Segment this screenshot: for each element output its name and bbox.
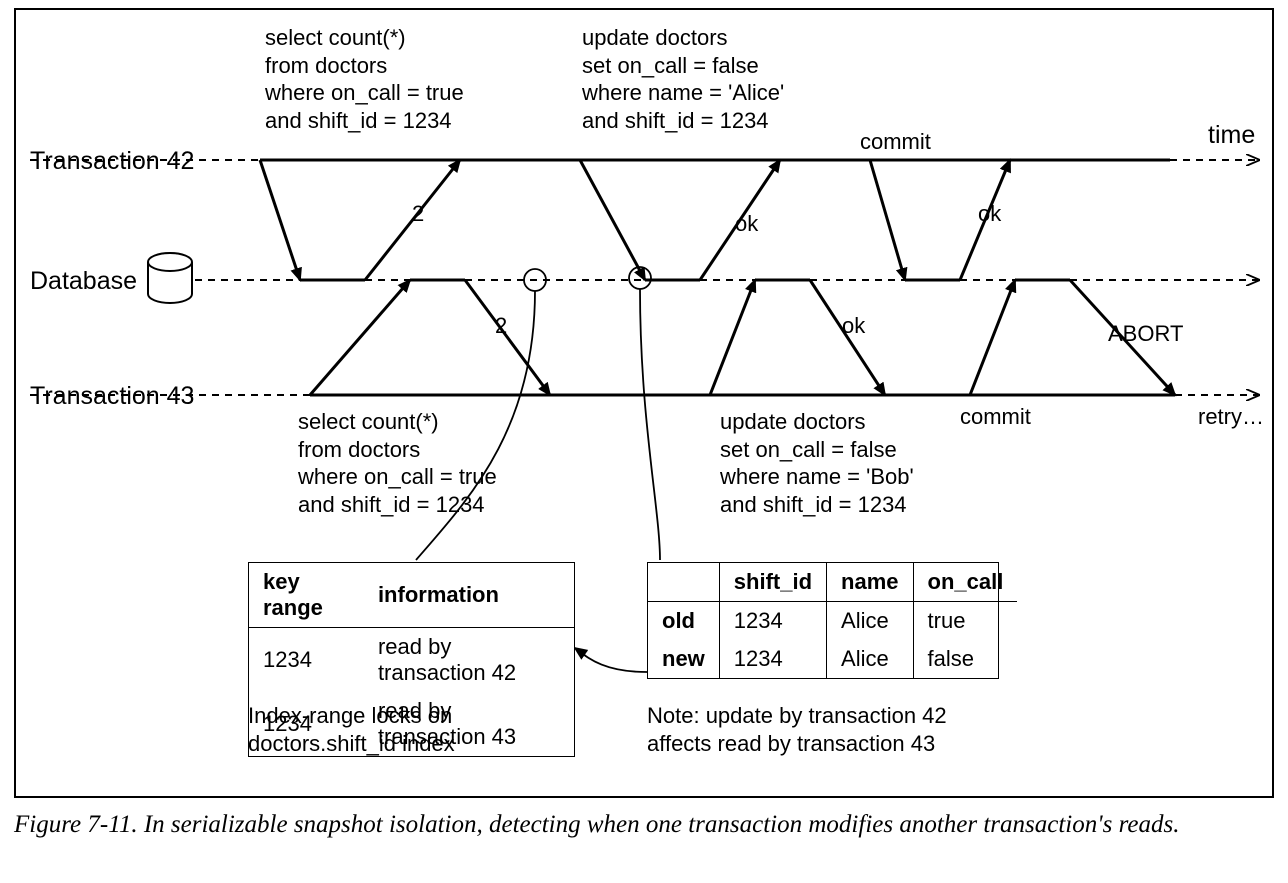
database-icon	[148, 253, 192, 303]
t43-update-sql: update doctors set on_call = false where…	[720, 408, 914, 518]
t43-retry: retry…	[1198, 403, 1264, 431]
t42-update-sql: update doctors set on_call = false where…	[582, 24, 784, 134]
table-row: 1234 read by transaction 42	[249, 628, 574, 693]
resp-t42-update: ok	[735, 210, 758, 238]
table-row: new 1234 Alice false	[648, 640, 1017, 678]
t42-select-sql: select count(*) from doctors where on_ca…	[265, 24, 464, 134]
resp-t43-update: ok	[842, 312, 865, 340]
t43-commit: commit	[960, 403, 1031, 431]
table-row: old 1234 Alice true	[648, 602, 1017, 641]
locks-h1: information	[364, 563, 574, 628]
db-label: Database	[30, 266, 137, 297]
resp-abort: ABORT	[1108, 320, 1183, 348]
resp-t42-select: 2	[412, 200, 424, 228]
resp-t43-select: 2	[495, 312, 507, 340]
t43-select-sql: select count(*) from doctors where on_ca…	[298, 408, 497, 518]
resp-t42-commit: ok	[978, 200, 1001, 228]
locks-h0: key range	[249, 563, 364, 628]
t42-commit: commit	[860, 128, 931, 156]
ver-h0	[648, 563, 719, 602]
versions-table: shift_id name on_call old 1234 Alice tru…	[647, 562, 999, 679]
ver-h2: name	[827, 563, 913, 602]
figure-caption: Figure 7-11. In serializable snapshot is…	[14, 808, 1274, 842]
ver-h3: on_call	[913, 563, 1017, 602]
t43-label: Transaction 43	[30, 381, 194, 412]
time-label: time	[1208, 120, 1255, 151]
versions-caption: Note: update by transaction 42 affects r…	[647, 702, 947, 757]
ver-h1: shift_id	[719, 563, 826, 602]
t42-label: Transaction 42	[30, 146, 194, 177]
locks-caption: Index-range locks on doctors.shift_id in…	[248, 702, 455, 757]
